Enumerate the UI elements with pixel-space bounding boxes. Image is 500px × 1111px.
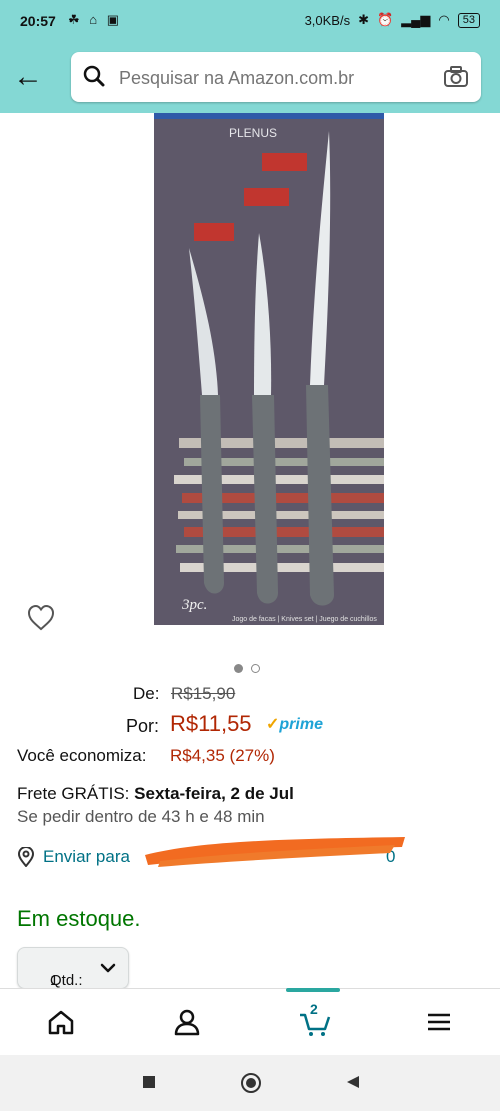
cart-button[interactable]: 2	[298, 1001, 332, 1037]
savings-label: Você economiza:	[17, 746, 147, 765]
order-within: Se pedir dentro de 43 h e 48 min	[17, 807, 265, 826]
product-image[interactable]: PLENUS 3pc. Jogo de facas | Knives set |…	[154, 113, 384, 625]
list-price-label: De:	[133, 684, 160, 703]
bluetooth-icon: ✱	[358, 12, 369, 27]
status-right: 3,0KB/s ✱ ⏰ ▂▄▆ ◠ 53	[305, 12, 480, 28]
carousel-dot-active[interactable]	[234, 664, 243, 673]
back-arrow-icon[interactable]: ←	[10, 60, 46, 96]
system-nav-bar	[0, 1055, 500, 1111]
brand-text: PLENUS	[229, 126, 277, 140]
battery-icon: 53	[457, 12, 480, 28]
carousel-dot[interactable]	[251, 664, 260, 673]
home-circle-icon[interactable]	[240, 1072, 262, 1094]
knife-set-illustration: PLENUS 3pc. Jogo de facas | Knives set |…	[154, 113, 384, 625]
free-shipping-line: Frete GRÁTIS: Sexta-feira, 2 de Jul	[17, 784, 294, 804]
back-triangle-icon[interactable]	[346, 1075, 360, 1089]
search-icon	[83, 65, 105, 87]
account-icon[interactable]	[172, 1007, 202, 1037]
price-label: Por:	[126, 716, 160, 736]
prime-check-icon: ✓	[266, 716, 280, 733]
search-input[interactable]	[117, 62, 421, 94]
prime-text: prime	[279, 716, 323, 733]
home-icon[interactable]	[46, 1007, 76, 1037]
price: R$11,55	[170, 711, 252, 736]
list-price: R$15,90	[171, 684, 236, 703]
stock-status: Em estoque.	[17, 906, 141, 931]
alarm-icon: ⏰	[377, 12, 394, 27]
redaction-scribble	[145, 837, 405, 867]
wifi-icon: ◠	[438, 12, 450, 27]
status-time: 20:57	[20, 13, 56, 29]
frete-prefix: Frete GRÁTIS:	[17, 784, 130, 803]
menu-icon[interactable]	[424, 1007, 454, 1037]
camera-icon[interactable]	[443, 65, 469, 89]
location-pin-icon[interactable]	[17, 847, 35, 867]
savings-value: R$4,35 (27%)	[170, 746, 275, 765]
quantity-value: 1	[50, 972, 59, 989]
top-bar: 20:57 ☘ ⌂ ▣ 3,0KB/s ✱ ⏰ ▂▄▆ ◠ 53 ←	[0, 0, 500, 113]
cart-count: 2	[310, 1001, 318, 1017]
notification-icons: ☘ ⌂ ▣	[68, 12, 123, 27]
pack-label: 3pc.	[181, 597, 207, 613]
ship-to-link[interactable]: Enviar para 0	[43, 847, 395, 867]
pack-caption: Jogo de facas | Knives set | Juego de cu…	[232, 616, 377, 623]
search-bar[interactable]	[71, 52, 481, 102]
signal-icon: ▂▄▆	[401, 12, 431, 27]
ship-to-label: Enviar para	[43, 847, 130, 866]
prime-badge: ✓prime	[266, 714, 323, 734]
heart-icon[interactable]	[26, 603, 56, 633]
carousel-dots	[234, 660, 268, 678]
recent-apps-icon[interactable]	[142, 1075, 156, 1089]
quantity-dropdown[interactable]: Qtd.: 1	[17, 947, 129, 989]
nav-active-indicator	[286, 988, 340, 992]
status-bar: 20:57 ☘ ⌂ ▣ 3,0KB/s ✱ ⏰ ▂▄▆ ◠ 53	[0, 0, 500, 44]
bottom-nav: 2	[0, 988, 500, 1055]
network-speed: 3,0KB/s	[304, 12, 351, 28]
chevron-down-icon	[100, 963, 116, 973]
delivery-date: Sexta-feira, 2 de Jul	[134, 784, 294, 803]
